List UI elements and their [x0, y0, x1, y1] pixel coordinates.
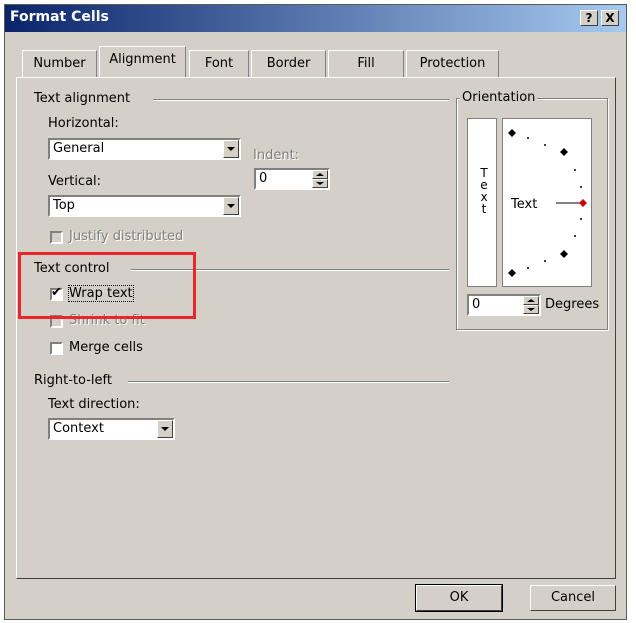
horizontal-label: Horizontal:: [48, 116, 119, 131]
tab-font[interactable]: Font: [189, 50, 249, 77]
indent-spinner[interactable]: 0: [254, 168, 330, 190]
orientation-group-label: Orientation: [460, 90, 538, 105]
spin-up-icon[interactable]: [312, 170, 328, 179]
vertical-value: Top: [53, 198, 75, 213]
tab-fill[interactable]: Fill: [328, 50, 404, 77]
rtl-divider: [128, 381, 449, 383]
degrees-spinner[interactable]: 0: [467, 294, 541, 316]
orientation-dial[interactable]: Text: [502, 118, 592, 287]
annotation-highlight-box: [18, 252, 196, 319]
dialog-title: Format Cells: [10, 9, 109, 25]
vertical-text-box[interactable]: T e x t: [467, 118, 497, 287]
ok-button[interactable]: OK: [415, 584, 503, 612]
vertical-select[interactable]: Top: [48, 195, 241, 217]
chevron-down-icon[interactable]: [157, 420, 173, 438]
merge-cells-label[interactable]: Merge cells: [69, 340, 143, 355]
text-direction-label: Text direction:: [48, 397, 140, 412]
spin-down-icon[interactable]: [312, 179, 328, 188]
dial-text: Text: [510, 197, 537, 212]
tab-border[interactable]: Border: [251, 50, 326, 77]
degrees-label: Degrees: [545, 297, 600, 312]
tab-alignment[interactable]: Alignment: [99, 46, 186, 77]
close-button[interactable]: X: [601, 10, 619, 26]
title-bar: Format Cells ? X: [5, 5, 626, 32]
justify-distributed-checkbox: [50, 231, 63, 244]
text-direction-select[interactable]: Context: [48, 418, 175, 440]
dial-dot: [574, 169, 576, 171]
dial-dot: [580, 186, 582, 188]
alignment-panel: Text alignment Horizontal: General Inden…: [16, 77, 616, 579]
degrees-value: 0: [472, 297, 481, 312]
vertical-text-letters: T e x t: [478, 167, 490, 215]
dial-dot: [580, 218, 582, 220]
vertical-text-letter: t: [481, 202, 487, 216]
spin-down-icon[interactable]: [523, 305, 539, 314]
justify-distributed-label: Justify distributed: [69, 229, 184, 244]
text-alignment-group-label: Text alignment: [34, 91, 131, 106]
horizontal-select[interactable]: General: [48, 138, 241, 160]
spin-up-icon[interactable]: [523, 296, 539, 305]
text-direction-value: Context: [53, 421, 104, 436]
tab-number[interactable]: Number: [22, 50, 97, 77]
cancel-button[interactable]: Cancel: [530, 585, 616, 611]
tab-protection[interactable]: Protection: [406, 50, 499, 77]
dial-dot: [527, 267, 529, 269]
horizontal-value: General: [53, 141, 105, 156]
dial-dot: [527, 137, 529, 139]
dial-dot: [544, 260, 546, 262]
dial-dot: [544, 144, 546, 146]
chevron-down-icon[interactable]: [223, 197, 239, 215]
text-alignment-divider: [153, 99, 449, 101]
vertical-label: Vertical:: [48, 174, 102, 189]
indent-label: Indent:: [253, 148, 300, 163]
indent-value: 0: [259, 171, 268, 186]
merge-cells-checkbox[interactable]: [50, 342, 63, 355]
dial-dot: [574, 235, 576, 237]
help-button[interactable]: ?: [580, 10, 598, 26]
chevron-down-icon[interactable]: [223, 140, 239, 158]
rtl-group-label: Right-to-left: [34, 373, 112, 388]
